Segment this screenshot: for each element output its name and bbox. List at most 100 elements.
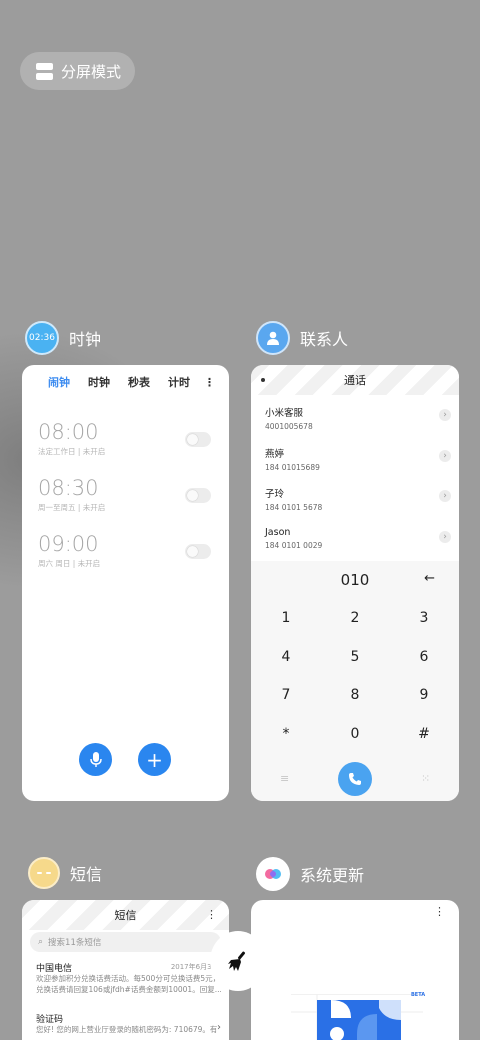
more-icon[interactable]: ⋮ [434,906,445,917]
sms-thread[interactable]: 中国电信 2017年6月30日 欢迎参加积分兑换话费活动。每500分可兑换话费5… [22,961,229,995]
tab-timer[interactable]: 计时 [168,374,190,390]
update-icon [265,869,281,879]
contact-number: 184 01015689 [265,462,320,472]
phone-icon [349,773,361,785]
contact-item[interactable]: Jason 184 0101 0029 › [251,517,459,558]
dial-key-6[interactable]: 6 [404,649,444,665]
sms-thread[interactable]: 验证码 您好! 您的网上营业厅登录的随机密码为: 710679。有 › [22,1012,229,1036]
add-alarm-button[interactable]: + [138,743,171,776]
alarm-toggle[interactable] [185,432,211,447]
contact-name: 小米客服 [265,408,304,419]
updater-app-title: 系统更新 [300,866,365,885]
contact-item[interactable]: 小米客服 4001005678 › [251,395,459,436]
update-graphic-icon [291,993,423,1040]
tab-clock[interactable]: 时钟 [88,374,110,390]
contacts-app-card[interactable]: 通话 小米客服 4001005678 › 燕婷 184 01015689 › 子… [251,365,459,801]
updater-app-card[interactable]: ⋮ BETA [251,900,459,1040]
contact-item[interactable]: 子玲 184 0101 5678 › [251,476,459,517]
contact-name: Jason [265,526,291,538]
microphone-icon [89,751,102,767]
menu-icon[interactable]: ≡ [280,772,289,785]
beta-badge: BETA [411,992,426,998]
call-button[interactable] [338,762,372,796]
clock-app-title: 时钟 [69,330,102,349]
split-screen-icon [36,62,53,80]
sms-sender: 验证码 [36,1015,64,1025]
sms-top-bar: 短信 ⋮ [22,900,229,930]
clock-icon-time: 02:36 [29,333,55,343]
updater-app-header[interactable]: 系统更新 [256,857,364,891]
search-icon: ⌕ [38,937,44,947]
contacts-top-bar: 通话 [251,365,459,395]
alarm-item[interactable]: 09:00 周六 周日 | 未开启 [22,516,229,572]
backspace-icon[interactable]: ← [424,571,435,586]
alarm-repeat: 法定工作日 | 未开启 [38,447,106,456]
contacts-app-icon [256,321,290,355]
contacts-header-title: 通话 [344,374,366,387]
message-icon [37,872,51,874]
contact-number: 184 0101 0029 [265,540,323,550]
dialpad: 010 ← 1 2 3 4 5 6 7 8 9 * 0 # ≡ ⁙ [251,561,459,801]
voice-alarm-button[interactable] [79,743,112,776]
clock-app-icon: 02:36 [25,321,59,355]
chevron-right-icon: › [217,1022,221,1033]
clock-app-card[interactable]: 闹钟 时钟 秒表 计时 ⋮ 08:00 法定工作日 | 未开启 08:30 周一… [22,365,229,801]
alarm-toggle[interactable] [185,488,211,503]
chevron-right-icon[interactable]: › [439,449,451,462]
tab-alarm[interactable]: 闹钟 [48,374,70,390]
update-illustration: BETA [291,992,426,1040]
contact-name: 燕婷 [265,448,285,460]
sms-preview-line: 欢迎参加积分兑换话费活动。每500分可兑换话费5元， [36,974,221,983]
clear-recents-button[interactable] [210,931,266,991]
more-icon[interactable]: ⋮ [204,376,215,389]
chevron-right-icon[interactable]: › [439,490,451,502]
sms-app-title: 短信 [70,865,103,884]
dial-key-1[interactable]: 1 [266,610,306,626]
dial-key-4[interactable]: 4 [266,649,306,665]
contacts-app-header[interactable]: 联系人 [256,321,348,355]
sms-app-header[interactable]: 短信 [28,857,102,889]
contact-number: 184 0101 5678 [265,503,323,512]
more-icon[interactable]: ⋮ [206,909,217,920]
plus-icon: + [146,747,163,772]
dial-key-7[interactable]: 7 [266,687,306,703]
alarm-item[interactable]: 08:30 周一至周五 | 未开启 [22,460,229,516]
alarm-repeat: 周六 周日 | 未开启 [38,559,101,568]
alarm-repeat: 周一至周五 | 未开启 [38,503,106,512]
menu-dot-icon[interactable] [261,378,265,382]
clock-tabs: 闹钟 时钟 秒表 计时 ⋮ [22,365,229,390]
contact-item[interactable]: 燕婷 184 01015689 › [251,436,459,477]
dial-key-3[interactable]: 3 [404,610,444,626]
chevron-right-icon[interactable]: › [439,409,451,421]
sms-header-title: 短信 [114,909,137,922]
contact-number: 4001005678 [265,422,313,431]
sms-app-card[interactable]: 短信 ⋮ ⌕ 搜索11条短信 中国电信 2017年6月30日 欢迎参加积分兑换话… [22,900,229,1040]
sms-app-icon [28,857,60,889]
person-icon [267,331,279,345]
chevron-right-icon[interactable]: › [439,530,451,543]
contact-name: 子玲 [265,489,285,500]
alarm-item[interactable]: 08:00 法定工作日 | 未开启 [22,404,229,460]
sms-search-placeholder: 搜索11条短信 [48,938,102,948]
dial-key-star[interactable]: * [266,726,306,742]
split-screen-button[interactable]: 分屏模式 [20,52,135,90]
tab-stopwatch[interactable]: 秒表 [128,374,150,390]
dialpad-toggle-icon[interactable]: ⁙ [421,772,430,785]
updater-app-icon [256,857,290,891]
dial-key-2[interactable]: 2 [335,610,375,626]
dial-key-8[interactable]: 8 [335,687,375,703]
dial-key-9[interactable]: 9 [404,687,444,703]
sms-search-input[interactable]: ⌕ 搜索11条短信 [30,932,221,952]
dial-key-0[interactable]: 0 [335,726,375,742]
split-screen-label: 分屏模式 [61,62,122,81]
broom-icon [228,951,246,971]
dial-key-5[interactable]: 5 [335,649,375,665]
clock-app-header[interactable]: 02:36 时钟 [25,321,101,355]
sms-preview-line: 您好! 您的网上营业厅登录的随机密码为: 710679。有 [36,1025,218,1034]
contacts-app-title: 联系人 [300,330,349,349]
sms-preview-line: 兑换话费请回复106或jfdh#话费金额到10001。回复... [36,984,221,994]
contact-list: 小米客服 4001005678 › 燕婷 184 01015689 › 子玲 1… [251,395,459,557]
alarm-toggle[interactable] [185,544,211,559]
alarm-list: 08:00 法定工作日 | 未开启 08:30 周一至周五 | 未开启 09:0… [22,404,229,572]
dial-key-hash[interactable]: # [404,726,444,742]
